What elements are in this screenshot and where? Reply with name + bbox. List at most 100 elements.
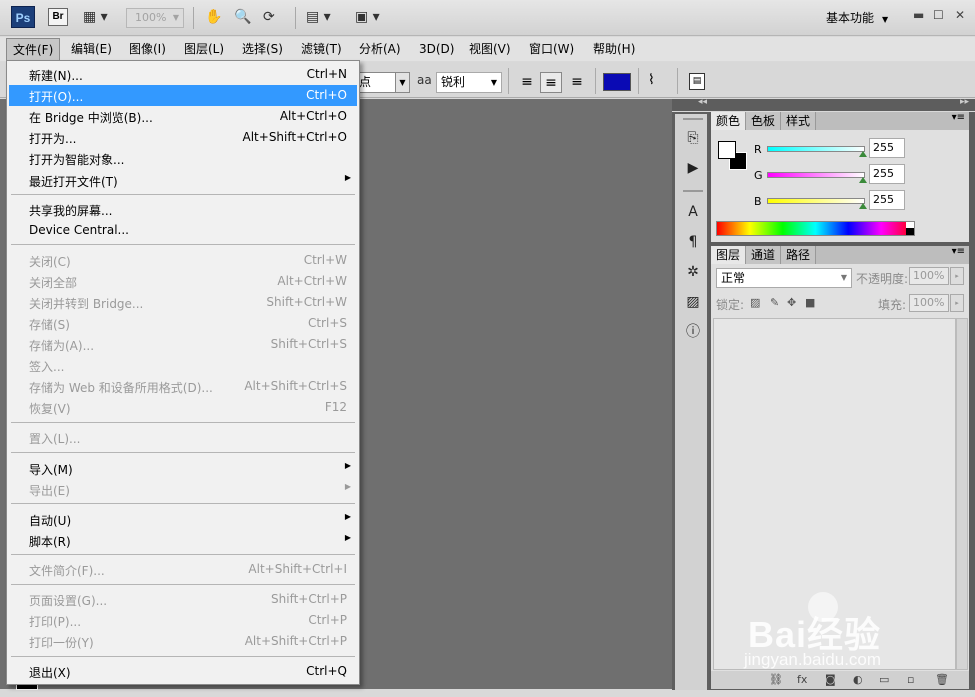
zoom-tool-icon[interactable]: 🔍 bbox=[234, 8, 251, 26]
layers-list[interactable] bbox=[713, 318, 956, 670]
channel-r-field[interactable]: 255 bbox=[869, 138, 905, 158]
channel-b-field[interactable]: 255 bbox=[869, 190, 905, 210]
chevron-right-icon[interactable]: ▸ bbox=[950, 294, 964, 312]
link-layers-icon[interactable]: ⛓ bbox=[769, 671, 783, 689]
panel-menu-icon[interactable]: ▾≡ bbox=[952, 112, 965, 123]
color-spectrum-bar[interactable] bbox=[716, 221, 915, 236]
layers-scrollbar[interactable] bbox=[956, 318, 968, 670]
opacity-field[interactable]: 100% bbox=[909, 267, 949, 285]
lock-all-icon[interactable]: ■ bbox=[805, 296, 815, 309]
menu-filter[interactable]: 滤镜(T) bbox=[295, 38, 348, 60]
menu-item-page-setup[interactable]: 页面设置(G)... Shift+Ctrl+P bbox=[9, 589, 357, 610]
menu-item-revert[interactable]: 恢复(V) F12 bbox=[9, 397, 357, 418]
blend-mode-select[interactable]: 正常 ▼ bbox=[716, 268, 852, 288]
tab-paths[interactable]: 路径 bbox=[781, 246, 817, 264]
text-color-swatch[interactable] bbox=[603, 73, 631, 91]
history-icon[interactable]: ⎘ bbox=[683, 128, 703, 148]
zoom-level-field[interactable]: 100% ▼ bbox=[126, 8, 184, 28]
close-button[interactable]: ✕ bbox=[955, 8, 965, 22]
menu-item-close-all[interactable]: 关闭全部 Alt+Ctrl+W bbox=[9, 271, 357, 292]
menu-item-scripts[interactable]: 脚本(R) ▶ bbox=[9, 530, 357, 551]
channel-g-slider[interactable] bbox=[767, 172, 865, 178]
align-center-button[interactable]: ≡ bbox=[540, 72, 562, 93]
workspace-switcher[interactable]: 基本功能 ▼ bbox=[826, 9, 888, 26]
fill-field[interactable]: 100% bbox=[909, 294, 949, 312]
adjustment-layer-icon[interactable]: ◐ bbox=[853, 671, 863, 689]
grip-handle[interactable] bbox=[683, 190, 703, 192]
menu-item-open-as-smart-object[interactable]: 打开为智能对象... bbox=[9, 148, 357, 169]
align-right-button[interactable]: ≡ bbox=[566, 72, 588, 93]
menu-item-open-as[interactable]: 打开为... Alt+Shift+Ctrl+O bbox=[9, 127, 357, 148]
menu-window[interactable]: 窗口(W) bbox=[523, 38, 580, 60]
double-chevron-left-icon[interactable]: ◂◂ bbox=[698, 97, 707, 107]
layer-mask-icon[interactable]: ◙ bbox=[825, 671, 836, 689]
font-style-select[interactable]: 点 ▼ bbox=[356, 72, 410, 93]
menu-item-share-screen[interactable]: 共享我的屏幕... bbox=[9, 199, 357, 220]
grip-handle[interactable] bbox=[683, 118, 703, 120]
menu-item-place[interactable]: 置入(L)... bbox=[9, 427, 357, 448]
layer-style-icon[interactable]: fx bbox=[797, 671, 807, 689]
lock-transparency-icon[interactable]: ▨ bbox=[750, 296, 760, 309]
hand-tool-icon[interactable]: ✋ bbox=[205, 8, 222, 26]
channel-b-slider[interactable] bbox=[767, 198, 865, 204]
menu-layer[interactable]: 图层(L) bbox=[178, 38, 230, 60]
new-layer-icon[interactable]: ▫ bbox=[907, 671, 914, 689]
tab-styles[interactable]: 样式 bbox=[781, 112, 817, 130]
slider-thumb[interactable] bbox=[859, 151, 867, 157]
maximize-button[interactable]: ☐ bbox=[933, 8, 944, 22]
navigator-icon[interactable]: ▨ bbox=[683, 292, 703, 312]
slider-thumb[interactable] bbox=[859, 177, 867, 183]
panel-menu-icon[interactable]: ▾≡ bbox=[952, 246, 965, 257]
menu-item-close-and-go-to-bridge[interactable]: 关闭并转到 Bridge... Shift+Ctrl+W bbox=[9, 292, 357, 313]
menu-item-export[interactable]: 导出(E) ▶ bbox=[9, 479, 357, 500]
tab-color[interactable]: 颜色 bbox=[711, 112, 747, 130]
menu-analysis[interactable]: 分析(A) bbox=[353, 38, 407, 60]
lock-position-icon[interactable]: ✥ bbox=[787, 296, 796, 309]
menu-item-save-as[interactable]: 存储为(A)... Shift+Ctrl+S bbox=[9, 334, 357, 355]
launch-bridge-button[interactable]: Br bbox=[48, 8, 68, 26]
view-extras-icon[interactable]: ▦ ▾ bbox=[83, 8, 108, 26]
menu-help[interactable]: 帮助(H) bbox=[587, 38, 641, 60]
actions-play-icon[interactable]: ▶ bbox=[683, 158, 703, 178]
arrange-documents-icon[interactable]: ▤ ▾ bbox=[306, 8, 331, 26]
menu-item-open[interactable]: 打开(O)... Ctrl+O bbox=[9, 85, 357, 106]
menu-item-file-info[interactable]: 文件简介(F)... Alt+Shift+Ctrl+I bbox=[9, 559, 357, 580]
info-icon[interactable]: ⓘ bbox=[683, 322, 703, 342]
menu-select[interactable]: 选择(S) bbox=[236, 38, 289, 60]
menu-item-print[interactable]: 打印(P)... Ctrl+P bbox=[9, 610, 357, 631]
screen-mode-icon[interactable]: ▣ ▾ bbox=[355, 8, 380, 26]
menu-item-browse-in-bridge[interactable]: 在 Bridge 中浏览(B)... Alt+Ctrl+O bbox=[9, 106, 357, 127]
rotate-view-icon[interactable]: ⟳ bbox=[263, 8, 275, 26]
menu-item-device-central[interactable]: Device Central... bbox=[9, 220, 357, 241]
delete-layer-icon[interactable]: 🗑 bbox=[935, 671, 949, 689]
menu-item-check-in[interactable]: 签入... bbox=[9, 355, 357, 376]
tab-layers[interactable]: 图层 bbox=[711, 246, 747, 264]
slider-thumb[interactable] bbox=[859, 203, 867, 209]
new-group-icon[interactable]: ▭ bbox=[879, 671, 889, 689]
align-left-button[interactable]: ≡ bbox=[516, 72, 538, 93]
foreground-color-swatch[interactable] bbox=[718, 141, 736, 159]
menu-item-open-recent[interactable]: 最近打开文件(T) ▶ bbox=[9, 170, 357, 191]
minimize-button[interactable]: ▬ bbox=[913, 8, 924, 22]
menu-item-save[interactable]: 存储(S) Ctrl+S bbox=[9, 313, 357, 334]
menu-item-exit[interactable]: 退出(X) Ctrl+Q bbox=[9, 661, 357, 682]
menu-image[interactable]: 图像(I) bbox=[123, 38, 172, 60]
brushes-icon[interactable]: ✲ bbox=[683, 262, 703, 282]
chevron-right-icon[interactable]: ▸ bbox=[950, 267, 964, 285]
menu-item-automate[interactable]: 自动(U) ▶ bbox=[9, 509, 357, 530]
menu-item-new[interactable]: 新建(N)... Ctrl+N bbox=[9, 64, 357, 85]
warp-text-icon[interactable]: ⌇ bbox=[648, 72, 655, 88]
menu-item-save-for-web[interactable]: 存储为 Web 和设备所用格式(D)... Alt+Shift+Ctrl+S bbox=[9, 376, 357, 397]
menu-item-import[interactable]: 导入(M) ▶ bbox=[9, 458, 357, 479]
channel-r-slider[interactable] bbox=[767, 146, 865, 152]
dock-collapse-bar[interactable]: ◂◂ ▸▸ bbox=[672, 97, 975, 111]
menu-edit[interactable]: 编辑(E) bbox=[65, 38, 118, 60]
menu-view[interactable]: 视图(V) bbox=[463, 38, 517, 60]
menu-item-print-one-copy[interactable]: 打印一份(Y) Alt+Shift+Ctrl+P bbox=[9, 631, 357, 652]
character-panel-icon[interactable]: ▤ bbox=[689, 73, 705, 90]
character-icon[interactable]: A bbox=[683, 202, 703, 222]
lock-pixels-icon[interactable]: ✎ bbox=[770, 296, 779, 309]
double-chevron-right-icon[interactable]: ▸▸ bbox=[960, 97, 969, 107]
tab-channels[interactable]: 通道 bbox=[746, 246, 782, 264]
menu-3d[interactable]: 3D(D) bbox=[413, 38, 460, 60]
